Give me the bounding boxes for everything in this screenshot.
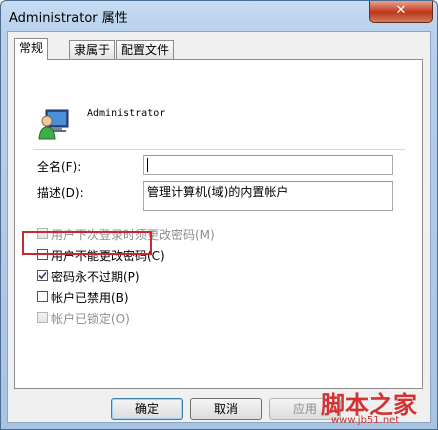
checkbox-box[interactable] [37, 291, 48, 302]
title-bar[interactable]: Administrator 属性 ✕ [1, 1, 437, 31]
site-watermark-url: www.jb51.net [331, 415, 400, 426]
checkbox-label: 密码永不过期(P) [51, 270, 140, 284]
tab-profile[interactable]: 配置文件 [116, 40, 175, 59]
properties-window: Administrator 属性 ✕ 常规 隶属于 配置文件 Administr… [0, 0, 438, 430]
fullname-input[interactable] [143, 155, 393, 175]
close-button[interactable]: ✕ [369, 1, 433, 23]
fullname-label: 全名(F): [37, 160, 82, 174]
tab-member-of[interactable]: 隶属于 [69, 40, 116, 59]
checkbox-box-checked[interactable] [37, 270, 48, 281]
checkbox-label: 帐户已锁定(O) [51, 312, 130, 326]
description-value: 管理计算机(域)的内置帐户 [147, 185, 289, 199]
checkmark-icon [38, 271, 47, 280]
text-caret [147, 157, 148, 172]
user-avatar-icon [38, 109, 69, 140]
tab-general[interactable]: 常规 [14, 38, 49, 60]
description-input[interactable]: 管理计算机(域)的内置帐户 [143, 181, 393, 211]
checkbox-label: 帐户已禁用(B) [51, 291, 129, 305]
general-panel: Administrator 全名(F): 描述(D): 管理计算机(域)的内置帐… [14, 59, 423, 389]
user-name: Administrator [87, 108, 166, 119]
window-title: Administrator 属性 [9, 11, 128, 26]
checkbox-box[interactable] [37, 312, 48, 323]
cancel-button[interactable]: 取消 [190, 398, 262, 420]
close-icon: ✕ [395, 3, 407, 18]
highlight-annotation-box [22, 231, 152, 255]
description-label: 描述(D): [37, 186, 84, 200]
separator [33, 149, 405, 150]
ok-button[interactable]: 确定 [111, 398, 183, 420]
